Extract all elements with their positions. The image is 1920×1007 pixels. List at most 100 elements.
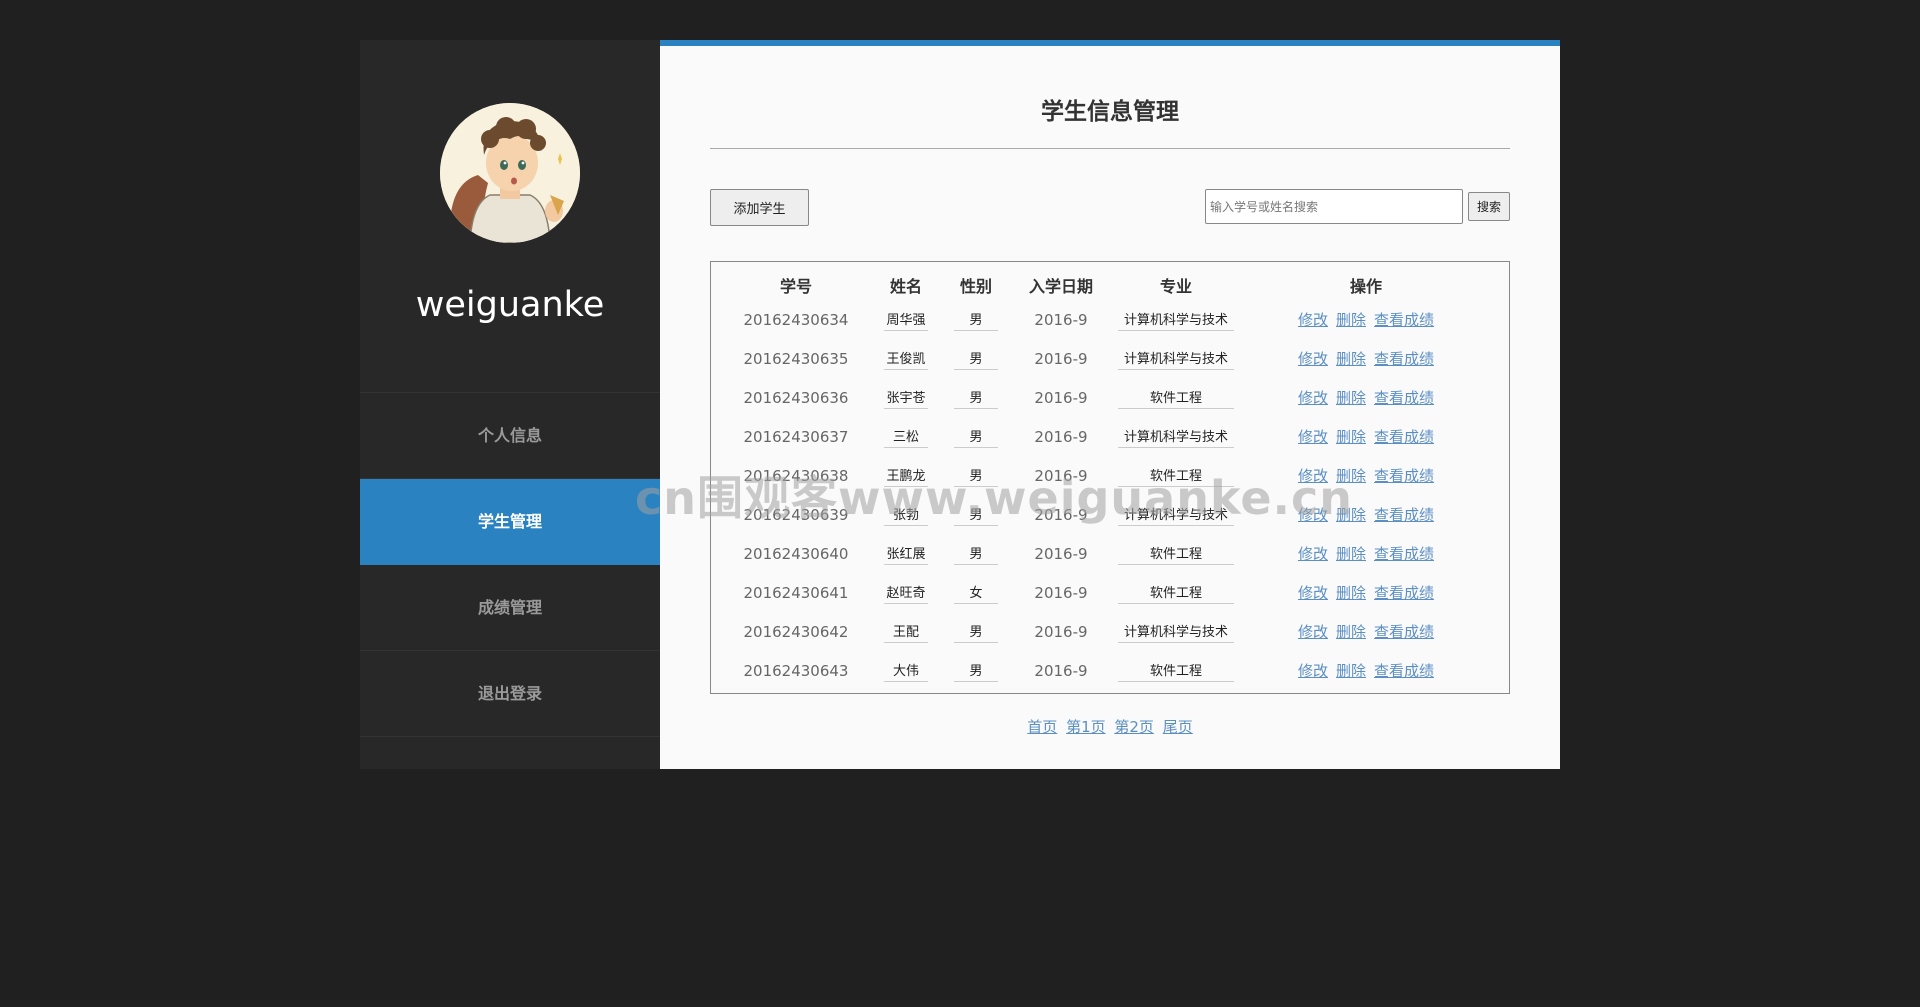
view-grades-link[interactable]: 查看成绩 xyxy=(1374,545,1434,563)
table-header-row: 学号 姓名 性别 入学日期 专业 操作 xyxy=(721,270,1491,300)
enroll-date-cell: 2016-9 xyxy=(1034,310,1088,329)
student-gender: 男 xyxy=(954,620,998,643)
search-input[interactable] xyxy=(1205,189,1463,224)
enroll-date-cell: 2016-9 xyxy=(1034,427,1088,446)
delete-link[interactable]: 删除 xyxy=(1336,623,1366,641)
edit-link[interactable]: 修改 xyxy=(1298,506,1328,524)
student-name-cell: 张勃 xyxy=(871,495,941,534)
sidebar-item-student-management[interactable]: 学生管理 xyxy=(360,479,660,565)
edit-link[interactable]: 修改 xyxy=(1298,584,1328,602)
view-grades-link[interactable]: 查看成绩 xyxy=(1374,311,1434,329)
actions-cell: 修改 删除 查看成绩 xyxy=(1241,339,1491,378)
student-name: 王鹏龙 xyxy=(884,464,928,487)
pagination-last[interactable]: 尾页 xyxy=(1163,718,1193,736)
student-id-cell: 20162430637 xyxy=(743,427,849,446)
delete-link[interactable]: 删除 xyxy=(1336,545,1366,563)
student-name-cell: 张宇苍 xyxy=(871,378,941,417)
column-header-major: 专业 xyxy=(1159,277,1192,296)
delete-link[interactable]: 删除 xyxy=(1336,662,1366,680)
table-body: 20162430634 周华强男 2016-9 计算机科学与技术 修改 删除 查看成绩 201… xyxy=(721,300,1491,690)
student-id-cell: 20162430642 xyxy=(743,622,849,641)
delete-link[interactable]: 删除 xyxy=(1336,311,1366,329)
edit-link[interactable]: 修改 xyxy=(1298,467,1328,485)
student-major: 计算机科学与技术 xyxy=(1118,620,1234,643)
student-name-cell: 张红展 xyxy=(871,534,941,573)
student-major: 软件工程 xyxy=(1118,464,1234,487)
view-grades-link[interactable]: 查看成绩 xyxy=(1374,350,1434,368)
column-header-date: 入学日期 xyxy=(1028,277,1093,296)
student-name-cell: 王配 xyxy=(871,612,941,651)
delete-link[interactable]: 删除 xyxy=(1336,350,1366,368)
student-table: 学号 姓名 性别 入学日期 专业 操作 20162430634 周华强男 2016-… xyxy=(721,270,1491,690)
actions-cell: 修改 删除 查看成绩 xyxy=(1241,612,1491,651)
student-major-cell: 软件工程 xyxy=(1111,456,1241,495)
sidebar-item-logout[interactable]: 退出登录 xyxy=(360,651,660,737)
student-gender: 男 xyxy=(954,542,998,565)
edit-link[interactable]: 修改 xyxy=(1298,623,1328,641)
table-row: 20162430641 赵旺奇女 2016-9 软件工程 修改 删除 查看成绩 xyxy=(721,573,1491,612)
enroll-date-cell: 2016-9 xyxy=(1034,466,1088,485)
student-major-cell: 计算机科学与技术 xyxy=(1111,495,1241,534)
view-grades-link[interactable]: 查看成绩 xyxy=(1374,662,1434,680)
student-name: 张红展 xyxy=(884,542,928,565)
student-gender: 男 xyxy=(954,425,998,448)
view-grades-link[interactable]: 查看成绩 xyxy=(1374,428,1434,446)
view-grades-link[interactable]: 查看成绩 xyxy=(1374,584,1434,602)
student-major-cell: 软件工程 xyxy=(1111,534,1241,573)
sidebar-nav: 个人信息 学生管理 成绩管理 退出登录 xyxy=(360,392,660,737)
actions-cell: 修改 删除 查看成绩 xyxy=(1241,378,1491,417)
student-gender-cell: 女 xyxy=(941,573,1011,612)
actions-cell: 修改 删除 查看成绩 xyxy=(1241,417,1491,456)
enroll-date-cell: 2016-9 xyxy=(1034,622,1088,641)
view-grades-link[interactable]: 查看成绩 xyxy=(1374,467,1434,485)
student-gender-cell: 男 xyxy=(941,417,1011,456)
sidebar-item-personal-info[interactable]: 个人信息 xyxy=(360,393,660,479)
view-grades-link[interactable]: 查看成绩 xyxy=(1374,506,1434,524)
avatar-illustration xyxy=(440,103,580,243)
student-name: 王配 xyxy=(884,620,928,643)
student-gender: 男 xyxy=(954,503,998,526)
student-id-cell: 20162430634 xyxy=(743,310,849,329)
student-gender-cell: 男 xyxy=(941,339,1011,378)
pagination-first[interactable]: 首页 xyxy=(1027,718,1057,736)
delete-link[interactable]: 删除 xyxy=(1336,506,1366,524)
student-name-cell: 赵旺奇 xyxy=(871,573,941,612)
student-id-cell: 20162430636 xyxy=(743,388,849,407)
edit-link[interactable]: 修改 xyxy=(1298,545,1328,563)
delete-link[interactable]: 删除 xyxy=(1336,467,1366,485)
student-name: 三松 xyxy=(884,425,928,448)
student-major: 计算机科学与技术 xyxy=(1118,308,1234,331)
add-student-button[interactable]: 添加学生 xyxy=(710,189,809,226)
delete-link[interactable]: 删除 xyxy=(1336,389,1366,407)
view-grades-link[interactable]: 查看成绩 xyxy=(1374,389,1434,407)
edit-link[interactable]: 修改 xyxy=(1298,311,1328,329)
student-gender: 男 xyxy=(954,464,998,487)
student-major-cell: 计算机科学与技术 xyxy=(1111,417,1241,456)
edit-link[interactable]: 修改 xyxy=(1298,389,1328,407)
student-name: 赵旺奇 xyxy=(884,581,928,604)
actions-cell: 修改 删除 查看成绩 xyxy=(1241,534,1491,573)
student-name: 张勃 xyxy=(884,503,928,526)
search-button[interactable]: 搜索 xyxy=(1468,192,1510,221)
delete-link[interactable]: 删除 xyxy=(1336,584,1366,602)
delete-link[interactable]: 删除 xyxy=(1336,428,1366,446)
edit-link[interactable]: 修改 xyxy=(1298,428,1328,446)
student-id-cell: 20162430635 xyxy=(743,349,849,368)
student-table-container: 学号 姓名 性别 入学日期 专业 操作 20162430634 周华强男 2016-… xyxy=(710,261,1510,694)
student-major-cell: 软件工程 xyxy=(1111,378,1241,417)
student-gender: 男 xyxy=(954,347,998,370)
student-major: 软件工程 xyxy=(1118,386,1234,409)
sidebar: weiguanke 个人信息 学生管理 成绩管理 退出登录 xyxy=(360,40,660,769)
pagination-page-1[interactable]: 第1页 xyxy=(1066,718,1106,736)
student-id-cell: 20162430640 xyxy=(743,544,849,563)
enroll-date-cell: 2016-9 xyxy=(1034,544,1088,563)
view-grades-link[interactable]: 查看成绩 xyxy=(1374,623,1434,641)
student-major: 计算机科学与技术 xyxy=(1118,347,1234,370)
student-gender-cell: 男 xyxy=(941,300,1011,339)
edit-link[interactable]: 修改 xyxy=(1298,662,1328,680)
edit-link[interactable]: 修改 xyxy=(1298,350,1328,368)
student-gender: 男 xyxy=(954,659,998,682)
pagination-page-2[interactable]: 第2页 xyxy=(1114,718,1154,736)
sidebar-item-grade-management[interactable]: 成绩管理 xyxy=(360,565,660,651)
student-gender-cell: 男 xyxy=(941,612,1011,651)
